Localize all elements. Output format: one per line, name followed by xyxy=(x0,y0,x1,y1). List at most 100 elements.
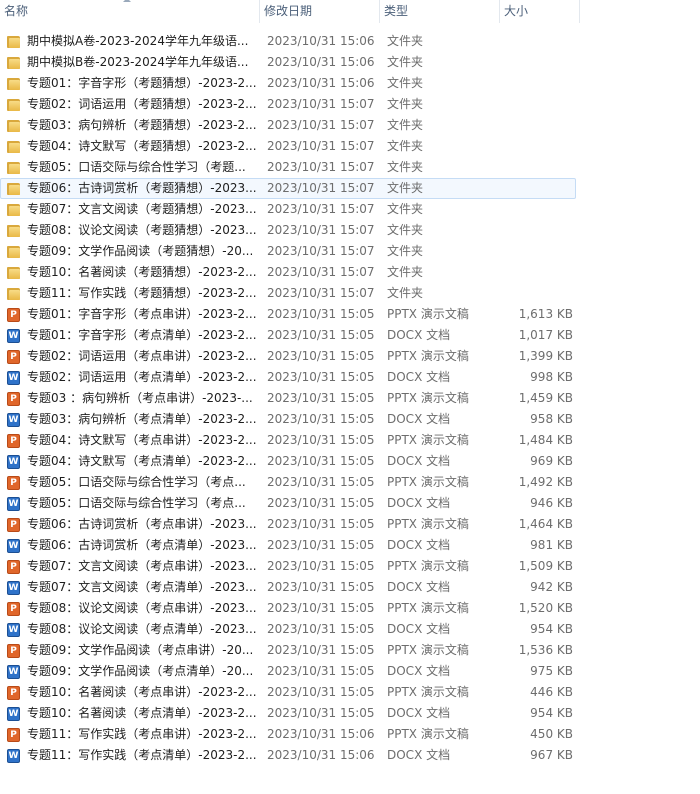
pptx-file-icon: P xyxy=(6,475,22,491)
file-name: 专题09：文学作品阅读（考点串讲）-20... xyxy=(27,643,254,657)
file-type: 文件夹 xyxy=(387,223,424,237)
file-size xyxy=(501,200,573,219)
file-size: 954 KB xyxy=(530,706,573,720)
docx-file-icon: W xyxy=(7,455,20,469)
file-row[interactable]: P 专题05：口语交际与综合性学习（考点... 2023/10/31 15:05 PP… xyxy=(0,472,580,493)
file-name: 专题04：诗文默写（考点串讲）-2023-2... xyxy=(27,433,257,447)
file-row[interactable]: 专题10：名著阅读（考题猜想）-2023-2... 2023/10/31 15:0… xyxy=(0,262,580,283)
file-row[interactable]: W 专题07：文言文阅读（考点清单）-2023... 2023/10/31 15:0… xyxy=(0,577,580,598)
file-date: 2023/10/31 15:05 xyxy=(267,706,375,720)
file-date: 2023/10/31 15:05 xyxy=(267,349,375,363)
file-date: 2023/10/31 15:07 xyxy=(267,265,375,279)
file-size xyxy=(501,74,573,93)
file-row[interactable]: 专题07：文言文阅读（考题猜想）-2023... 2023/10/31 15:07… xyxy=(0,199,580,220)
file-type: PPTX 演示文稿 xyxy=(387,685,469,699)
file-row[interactable]: 专题01：字音字形（考题猜想）-2023-2... 2023/10/31 15:0… xyxy=(0,73,580,94)
file-row[interactable]: P 专题01：字音字形（考点串讲）-2023-2... 2023/10/31 15:… xyxy=(0,304,580,325)
docx-file-icon: W xyxy=(7,665,20,679)
file-date: 2023/10/31 15:05 xyxy=(267,370,375,384)
file-type: 文件夹 xyxy=(387,244,424,258)
file-row[interactable]: W 专题06：古诗词赏析（考点清单）-2023... 2023/10/31 15:0… xyxy=(0,535,580,556)
file-type: DOCX 文档 xyxy=(387,328,451,342)
file-row[interactable]: W 专题10：名著阅读（考点清单）-2023-2... 2023/10/31 15:… xyxy=(0,703,580,724)
file-row[interactable]: P 专题08：议论文阅读（考点串讲）-2023... 2023/10/31 15:0… xyxy=(0,598,580,619)
docx-file-icon: W xyxy=(7,371,20,385)
file-row[interactable]: 专题11：写作实践（考题猜想）-2023-2... 2023/10/31 15:0… xyxy=(0,283,580,304)
file-row[interactable]: 期中模拟A卷-2023-2024学年九年级语... 2023/10/31 15:0… xyxy=(0,31,580,52)
file-type: DOCX 文档 xyxy=(387,538,451,552)
file-size: 446 KB xyxy=(530,685,573,699)
file-name: 专题05：口语交际与综合性学习（考题... xyxy=(27,160,246,174)
file-type: PPTX 演示文稿 xyxy=(387,349,469,363)
file-row[interactable]: W 专题08：议论文阅读（考点清单）-2023... 2023/10/31 15:0… xyxy=(0,619,580,640)
file-size xyxy=(501,284,573,303)
file-size: 1,459 KB xyxy=(518,391,573,405)
file-row[interactable]: P 专题04：诗文默写（考点串讲）-2023-2... 2023/10/31 15:… xyxy=(0,430,580,451)
file-row[interactable]: 专题04：诗文默写（考题猜想）-2023-2... 2023/10/31 15:0… xyxy=(0,136,580,157)
file-row[interactable]: P 专题07：文言文阅读（考点串讲）-2023... 2023/10/31 15:0… xyxy=(0,556,580,577)
file-date: 2023/10/31 15:05 xyxy=(267,454,375,468)
file-row[interactable]: 专题06：古诗词赏析（考题猜想）-2023... 2023/10/31 15:07… xyxy=(0,178,576,199)
file-type: PPTX 演示文稿 xyxy=(387,391,469,405)
file-row[interactable]: W 专题03：病句辨析（考点清单）-2023-2... 2023/10/31 15:… xyxy=(0,409,580,430)
file-size: 981 KB xyxy=(530,538,573,552)
column-header-name[interactable]: 名称 xyxy=(0,0,260,23)
file-date: 2023/10/31 15:05 xyxy=(267,580,375,594)
file-row[interactable]: W 专题09：文学作品阅读（考点清单）-20... 2023/10/31 15:05… xyxy=(0,661,580,682)
file-row[interactable]: W 专题01：字音字形（考点清单）-2023-2... 2023/10/31 15:… xyxy=(0,325,580,346)
file-row[interactable]: P 专题10：名著阅读（考点串讲）-2023-2... 2023/10/31 15:… xyxy=(0,682,580,703)
file-name: 专题02：词语运用（考点清单）-2023-2... xyxy=(27,370,257,384)
file-type: 文件夹 xyxy=(387,202,424,216)
file-type: PPTX 演示文稿 xyxy=(387,559,469,573)
file-size: 998 KB xyxy=(530,370,573,384)
file-row[interactable]: P 专题11：写作实践（考点串讲）-2023-2... 2023/10/31 15:… xyxy=(0,724,580,745)
file-date: 2023/10/31 15:05 xyxy=(267,496,375,510)
file-row[interactable]: 专题09：文学作品阅读（考题猜想）-20... 2023/10/31 15:07 文… xyxy=(0,241,580,262)
file-row[interactable]: W 专题05：口语交际与综合性学习（考点... 2023/10/31 15:05 DO… xyxy=(0,493,580,514)
file-size xyxy=(501,221,573,240)
column-header-date[interactable]: 修改日期 xyxy=(260,0,380,23)
file-date: 2023/10/31 15:06 xyxy=(267,76,375,90)
file-type: DOCX 文档 xyxy=(387,370,451,384)
docx-file-icon: W xyxy=(7,539,20,553)
file-type: 文件夹 xyxy=(387,118,424,132)
file-row[interactable]: 专题08：议论文阅读（考题猜想）-2023... 2023/10/31 15:07… xyxy=(0,220,580,241)
column-header-type[interactable]: 类型 xyxy=(380,0,500,23)
file-date: 2023/10/31 15:07 xyxy=(267,97,375,111)
file-row[interactable]: 专题03：病句辨析（考题猜想）-2023-2... 2023/10/31 15:0… xyxy=(0,115,580,136)
file-row[interactable]: P 专题06：古诗词赏析（考点串讲）-2023... 2023/10/31 15:0… xyxy=(0,514,580,535)
pptx-file-icon: P xyxy=(6,727,22,743)
file-date: 2023/10/31 15:05 xyxy=(267,433,375,447)
file-row[interactable]: W 专题11：写作实践（考点清单）-2023-2... 2023/10/31 15:… xyxy=(0,745,580,766)
file-size: 1,484 KB xyxy=(518,433,573,447)
file-type: PPTX 演示文稿 xyxy=(387,517,469,531)
folder-icon xyxy=(6,34,22,50)
file-row[interactable]: 期中模拟B卷-2023-2024学年九年级语... 2023/10/31 15:0… xyxy=(0,52,580,73)
file-name: 专题11：写作实践（考点串讲）-2023-2... xyxy=(27,727,257,741)
file-row[interactable]: W 专题02：词语运用（考点清单）-2023-2... 2023/10/31 15:… xyxy=(0,367,580,388)
file-type: 文件夹 xyxy=(387,55,424,69)
pptx-file-icon: P xyxy=(6,517,22,533)
file-row[interactable]: 专题02：词语运用（考题猜想）-2023-2... 2023/10/31 15:0… xyxy=(0,94,580,115)
file-row[interactable]: 专题05：口语交际与综合性学习（考题... 2023/10/31 15:07 文件夹 xyxy=(0,157,580,178)
folder-icon xyxy=(6,286,22,302)
file-size xyxy=(501,179,573,198)
file-row[interactable]: P 专题02：词语运用（考点串讲）-2023-2... 2023/10/31 15:… xyxy=(0,346,580,367)
docx-file-icon: W xyxy=(7,749,20,763)
file-name: 专题06：古诗词赏析（考点串讲）-2023... xyxy=(27,517,257,531)
file-row[interactable]: P 专题09：文学作品阅读（考点串讲）-20... 2023/10/31 15:05… xyxy=(0,640,580,661)
file-date: 2023/10/31 15:05 xyxy=(267,664,375,678)
file-name: 专题07：文言文阅读（考点清单）-2023... xyxy=(27,580,257,594)
file-name: 专题02：词语运用（考点串讲）-2023-2... xyxy=(27,349,257,363)
file-name: 专题10：名著阅读（考点清单）-2023-2... xyxy=(27,706,257,720)
file-date: 2023/10/31 15:05 xyxy=(267,685,375,699)
file-name: 专题08：议论文阅读（考点串讲）-2023... xyxy=(27,601,257,615)
file-row[interactable]: W 专题04：诗文默写（考点清单）-2023-2... 2023/10/31 15:… xyxy=(0,451,580,472)
file-size xyxy=(501,137,573,156)
column-header-size[interactable]: 大小 xyxy=(500,0,580,23)
file-date: 2023/10/31 15:07 xyxy=(267,118,375,132)
file-type: DOCX 文档 xyxy=(387,454,451,468)
file-size: 969 KB xyxy=(530,454,573,468)
file-row[interactable]: P 专题03 ：病句辨析（考点串讲）-2023-... 2023/10/31 15:… xyxy=(0,388,580,409)
docx-file-icon: W xyxy=(7,623,20,637)
